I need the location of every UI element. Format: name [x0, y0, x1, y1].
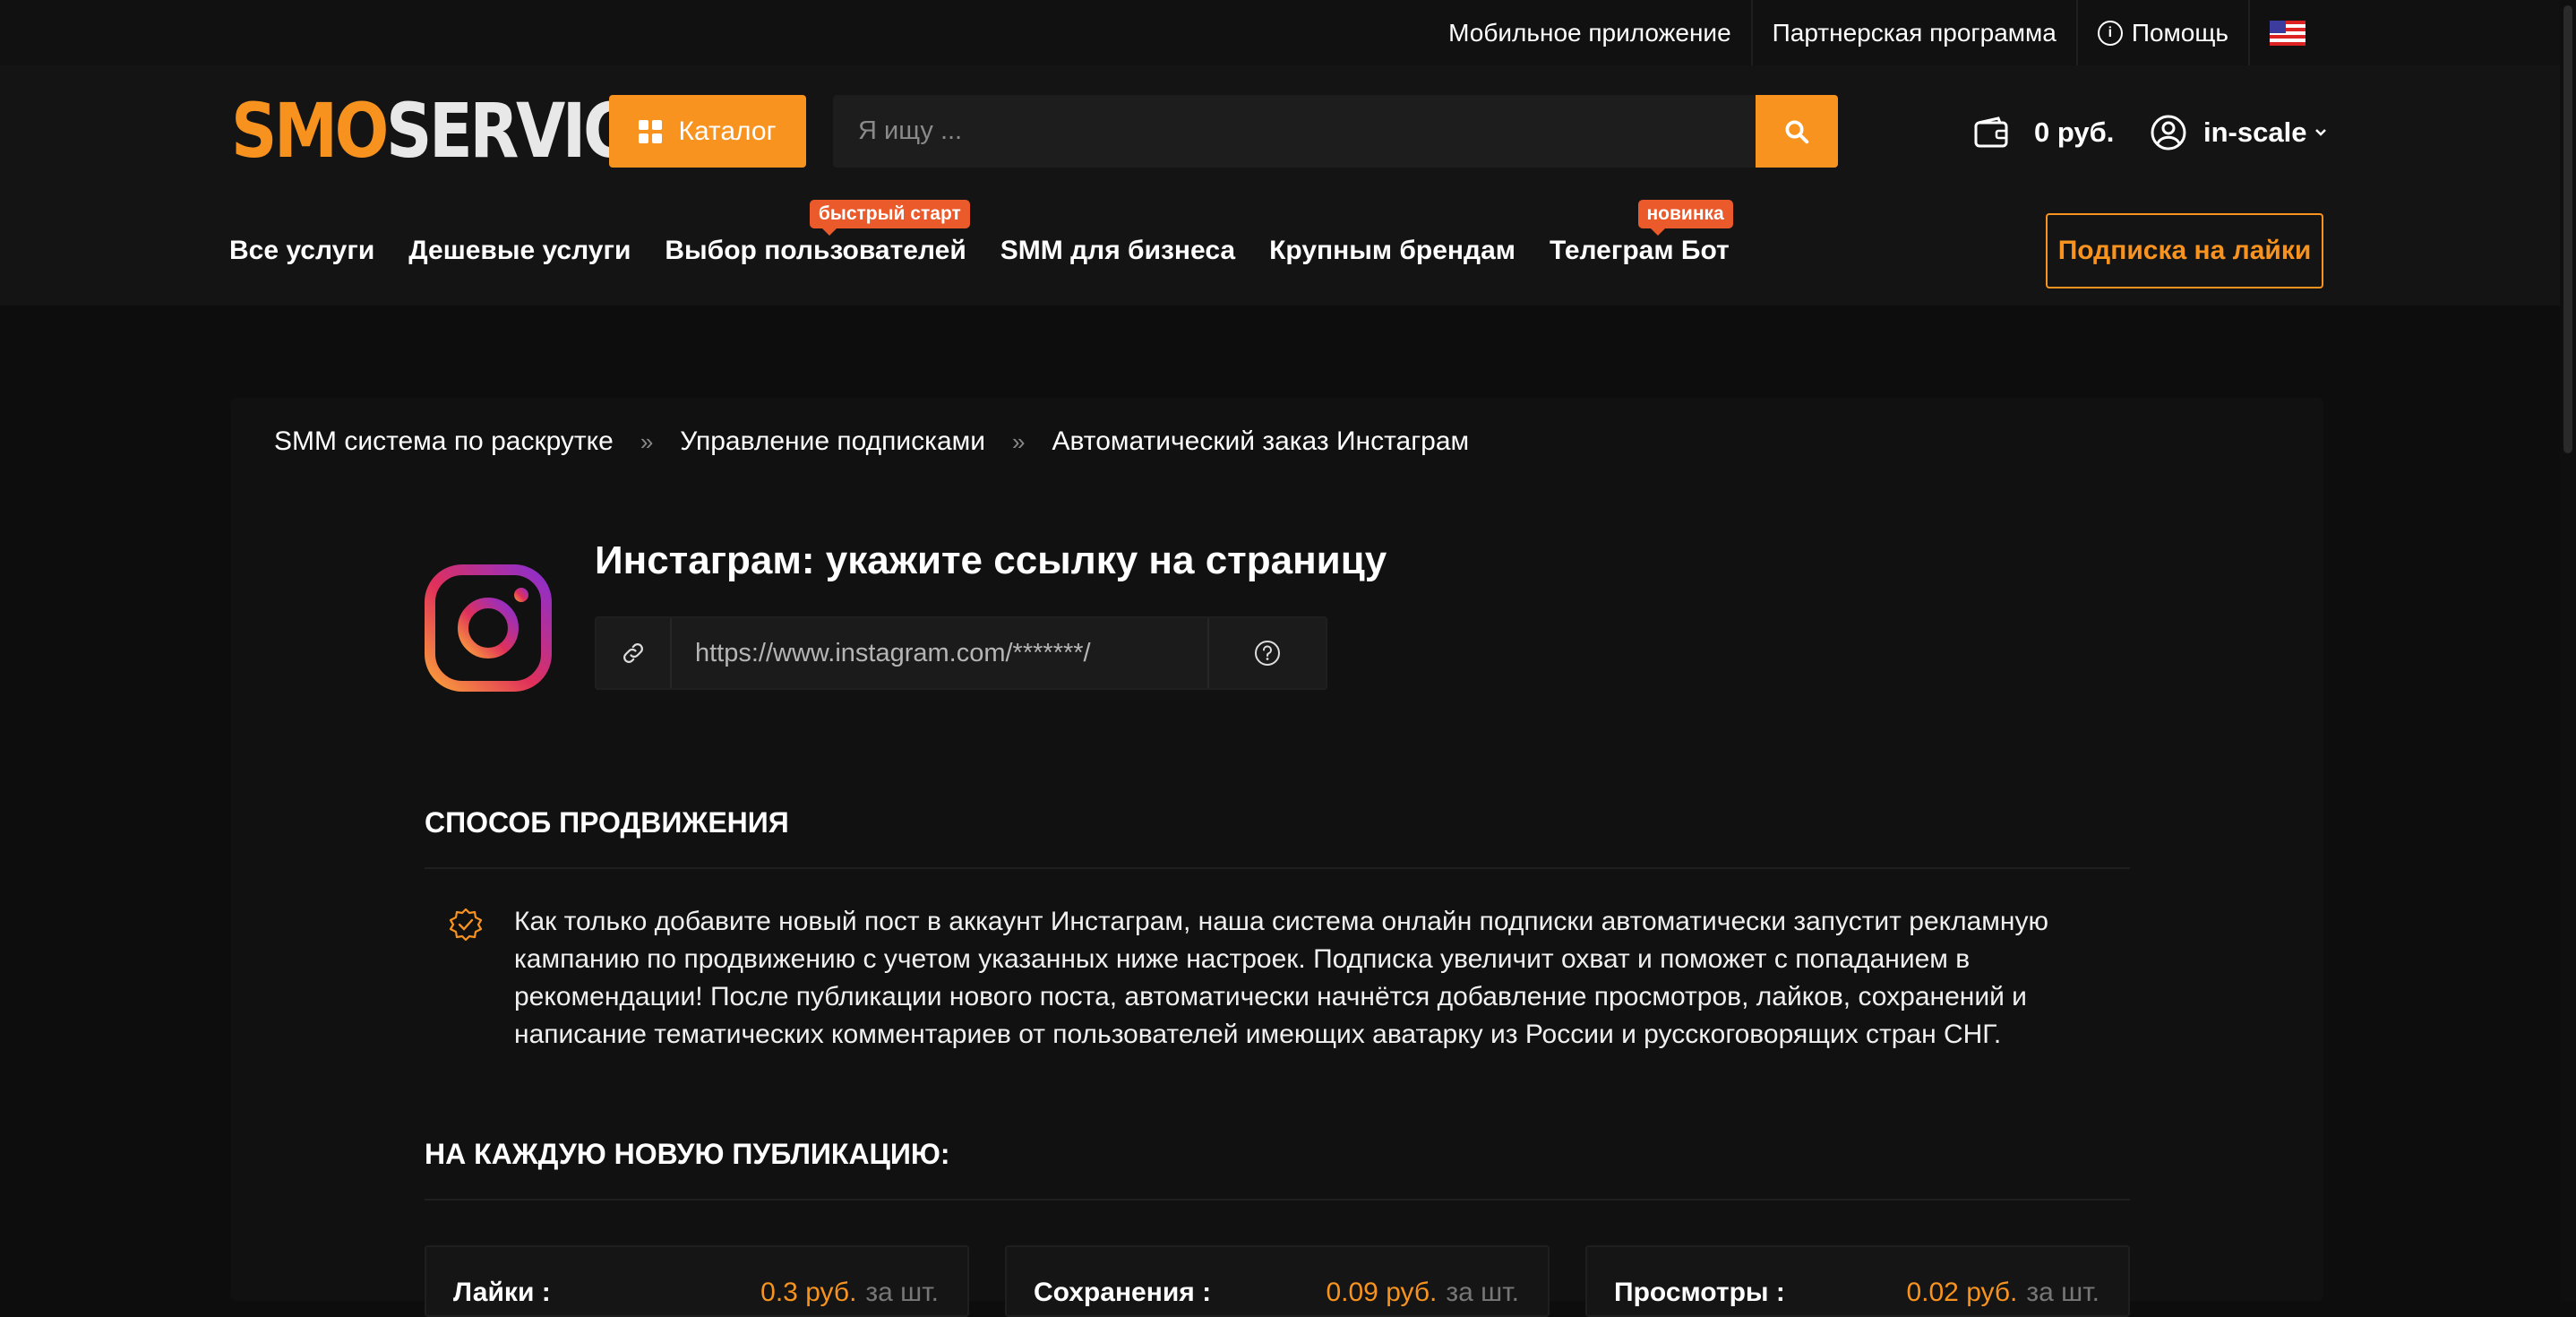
nav-item-telegram-bot[interactable]: Телеграм Бот новинка: [1549, 200, 1733, 266]
price-name: Сохранения :: [1034, 1278, 1212, 1307]
wallet-balance[interactable]: 0 руб.: [1973, 116, 2114, 149]
nav-label: Выбор пользователей: [665, 236, 966, 265]
price-name: Просмотры :: [1614, 1278, 1785, 1307]
user-menu[interactable]: in-scale: [2150, 114, 2328, 151]
chevron-down-icon: [2315, 129, 2327, 136]
logo[interactable]: SMOSERVICE: [231, 93, 671, 168]
price-card-views[interactable]: Просмотры : 0.02 руб. за шт.: [1585, 1245, 2130, 1317]
price-unit: за шт.: [865, 1278, 939, 1307]
user-icon: [2151, 115, 2186, 151]
subscribe-likes-button[interactable]: Подписка на лайки: [2046, 213, 2323, 288]
price-amount: 0.3 руб.: [760, 1278, 857, 1307]
price-unit: за шт.: [1446, 1278, 1519, 1307]
link-icon-segment: [597, 618, 672, 688]
url-input-group: [595, 616, 1327, 690]
help-label: Помощь: [2131, 18, 2228, 47]
breadcrumb-current: Автоматический заказ Инстаграм: [1052, 426, 1470, 456]
breadcrumb-item[interactable]: SMM система по раскрутке: [274, 426, 614, 457]
header: SMOSERVICE Каталог 0 руб. in-scale Все у…: [0, 65, 2576, 306]
nav-item-all-services[interactable]: Все услуги: [229, 236, 374, 266]
instagram-logo-icon: [425, 564, 552, 692]
search-input[interactable]: [833, 95, 1756, 168]
price-amount: 0.09 руб.: [1326, 1278, 1438, 1307]
scrollbar-thumb[interactable]: [2563, 5, 2572, 453]
grid-icon: [639, 119, 663, 143]
link-icon: [623, 643, 643, 663]
price-value: 0.09 руб. за шт.: [1326, 1278, 1519, 1308]
promotion-method-heading: СПОСОБ ПРОДВИЖЕНИЯ: [425, 806, 789, 839]
nav-label: Дешевые услуги: [408, 236, 631, 265]
username: in-scale: [2203, 116, 2307, 148]
mobile-app-link[interactable]: Мобильное приложение: [1429, 0, 1753, 65]
breadcrumb-item[interactable]: Управление подписками: [680, 426, 985, 457]
main-nav: Все услуги Дешевые услуги Выбор пользова…: [229, 200, 1733, 266]
price-card-saves[interactable]: Сохранения : 0.09 руб. за шт.: [1005, 1245, 1550, 1317]
price-amount: 0.02 руб.: [1906, 1278, 2018, 1307]
search-button[interactable]: [1756, 95, 1838, 168]
nav-label: Крупным брендам: [1269, 236, 1516, 265]
logo-part-smo: SMO: [231, 87, 389, 175]
divider: [425, 1199, 2130, 1201]
partner-program-link[interactable]: Партнерская программа: [1753, 0, 2078, 65]
quick-start-badge: быстрый старт: [809, 200, 970, 236]
catalog-button[interactable]: Каталог: [609, 95, 806, 168]
search-bar: [833, 95, 1838, 168]
price-value: 0.02 руб. за шт.: [1906, 1278, 2099, 1308]
price-unit: за шт.: [2026, 1278, 2099, 1307]
page-scrollbar[interactable]: [2560, 0, 2576, 1301]
nav-item-big-brands[interactable]: Крупным брендам: [1269, 236, 1516, 266]
new-badge: новинка: [1637, 200, 1733, 236]
catalog-label: Каталог: [678, 116, 777, 146]
nav-label: Все услуги: [229, 236, 375, 265]
promotion-description: Как только добавите новый пост в аккаунт…: [514, 907, 2048, 1049]
each-publication-heading: НА КАЖДУЮ НОВУЮ ПУБЛИКАЦИЮ:: [425, 1138, 950, 1170]
page-title: Инстаграм: укажите ссылку на страницу: [595, 538, 1387, 582]
info-icon: i: [2097, 20, 2123, 46]
main-card: SMM система по раскрутке » Управление по…: [231, 398, 2323, 1317]
breadcrumb: SMM система по раскрутке » Управление по…: [274, 426, 1469, 457]
price-name: Лайки :: [453, 1278, 551, 1307]
divider: [425, 867, 2130, 869]
question-icon: [1255, 641, 1280, 666]
search-icon: [1785, 120, 1809, 143]
top-bar: Мобильное приложение Партнерская програм…: [0, 0, 2576, 65]
url-help-button[interactable]: [1209, 618, 1326, 688]
nav-label: SMM для бизнеса: [1000, 236, 1236, 265]
profile-url-input[interactable]: [672, 618, 1209, 688]
nav-label: Телеграм Бот: [1549, 236, 1730, 265]
breadcrumb-separator-icon: »: [1012, 427, 1026, 455]
top-links: Мобильное приложение Партнерская програм…: [1429, 0, 2325, 65]
price-value: 0.3 руб. за шт.: [760, 1278, 939, 1308]
nav-item-users-choice[interactable]: Выбор пользователей быстрый старт: [665, 200, 970, 266]
wallet-icon: [1974, 116, 2008, 148]
breadcrumb-separator-icon: »: [640, 427, 654, 455]
us-flag-icon[interactable]: [2270, 20, 2306, 46]
balance-amount: 0 руб.: [2034, 116, 2115, 148]
nav-item-cheap-services[interactable]: Дешевые услуги: [408, 236, 631, 266]
price-card-likes[interactable]: Лайки : 0.3 руб. за шт.: [425, 1245, 969, 1317]
help-link[interactable]: i Помощь: [2078, 0, 2250, 65]
verified-badge-icon: [449, 908, 483, 942]
nav-item-smm-business[interactable]: SMM для бизнеса: [1000, 236, 1235, 266]
